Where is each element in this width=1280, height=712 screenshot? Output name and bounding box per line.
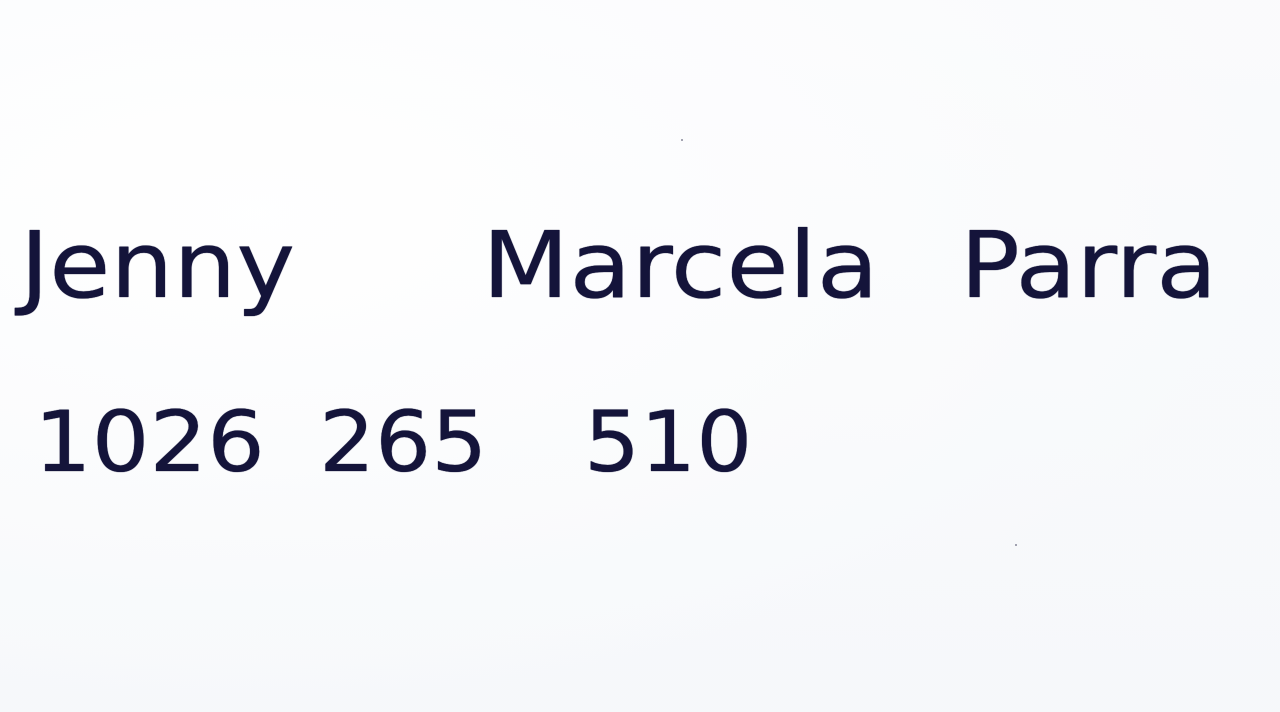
middle-name: Marcela	[482, 212, 879, 319]
ink-speck	[1015, 544, 1017, 546]
first-name: Jenny	[20, 212, 296, 319]
id-group-2: 265	[319, 393, 488, 491]
handwritten-paper: Jenny Marcela Parra 1026 265 510	[0, 0, 1280, 712]
id-group-3: 510	[584, 393, 753, 491]
ink-speck	[681, 139, 683, 141]
last-name: Parra	[960, 212, 1218, 319]
id-group-1: 1026	[34, 393, 265, 491]
handwritten-id-number: 1026 265 510	[34, 400, 794, 500]
handwritten-name: Jenny Marcela Parra	[20, 220, 1250, 330]
